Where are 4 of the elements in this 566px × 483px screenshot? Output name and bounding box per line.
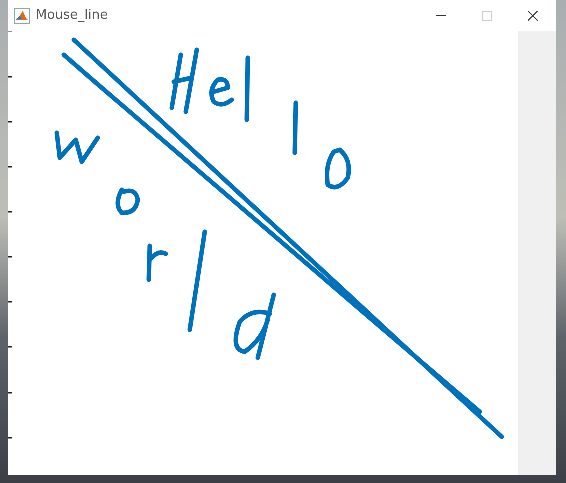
app-icon [14,8,30,24]
maximize-icon [482,10,492,20]
close-icon [528,10,538,20]
window-title: Mouse_line [36,8,110,23]
